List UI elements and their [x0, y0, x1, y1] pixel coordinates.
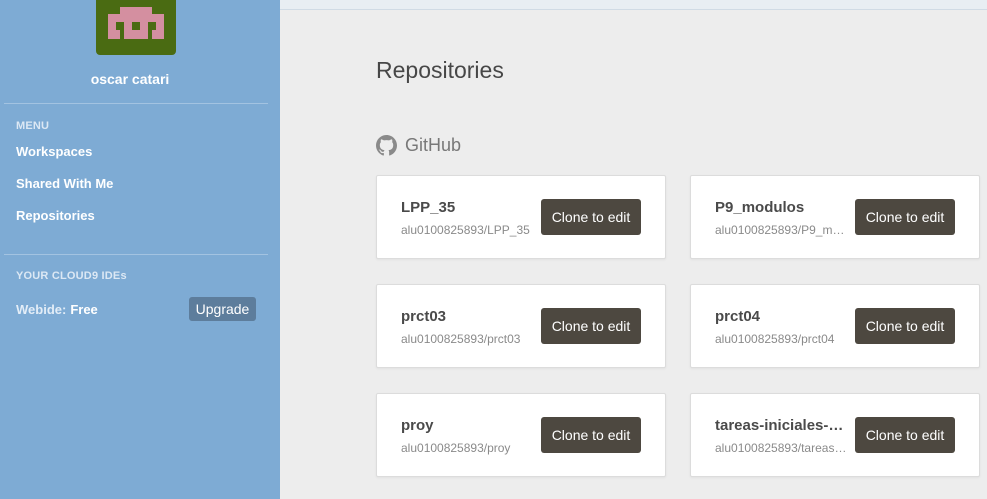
- repo-path: alu0100825893/P9_modulos: [715, 223, 849, 237]
- provider-header: GitHub: [376, 134, 461, 156]
- page-title: Repositories: [376, 57, 504, 83]
- sidebar-divider: [4, 254, 268, 255]
- repo-card: prct03 alu0100825893/prct03 Clone to edi…: [376, 284, 666, 368]
- clone-to-edit-button[interactable]: Clone to edit: [855, 308, 955, 344]
- ides-section-title: YOUR CLOUD9 IDEs: [16, 270, 127, 282]
- plan-label: Webide:: [16, 302, 67, 317]
- repo-card: tareas-iniciales-github alu0100825893/ta…: [690, 393, 980, 477]
- repo-name: prct03: [401, 308, 447, 325]
- repo-card: proy alu0100825893/proy Clone to edit: [376, 393, 666, 477]
- repo-name: LPP_35: [401, 199, 456, 216]
- repo-path: alu0100825893/prct03: [401, 332, 521, 346]
- repo-card: prct04 alu0100825893/prct04 Clone to edi…: [690, 284, 980, 368]
- repo-name: proy: [401, 417, 434, 434]
- upgrade-button[interactable]: Upgrade: [189, 297, 256, 321]
- identicon-avatar: [108, 7, 164, 39]
- avatar[interactable]: [96, 0, 176, 55]
- clone-to-edit-button[interactable]: Clone to edit: [541, 308, 641, 344]
- clone-to-edit-button[interactable]: Clone to edit: [541, 199, 641, 235]
- github-icon: [376, 134, 397, 155]
- clone-to-edit-button[interactable]: Clone to edit: [855, 199, 955, 235]
- plan-row: Webide: Free: [16, 302, 98, 317]
- clone-to-edit-button[interactable]: Clone to edit: [855, 417, 955, 453]
- provider-label: GitHub: [405, 134, 462, 155]
- repo-path: alu0100825893/LPP_35: [401, 223, 530, 237]
- sidebar-item-workspaces[interactable]: Workspaces: [16, 144, 92, 159]
- repo-path: alu0100825893/prct04: [715, 332, 835, 346]
- top-bar: [280, 0, 987, 10]
- clone-to-edit-button[interactable]: Clone to edit: [541, 417, 641, 453]
- repo-card: P9_modulos alu0100825893/P9_modulos Clon…: [690, 175, 980, 259]
- sidebar: oscar catari MENU Workspaces Shared With…: [0, 0, 280, 499]
- username: oscar catari: [90, 71, 170, 87]
- plan-value: Free: [70, 302, 98, 317]
- repo-path: alu0100825893/tareas-iniciales-github: [715, 441, 849, 455]
- repo-path: alu0100825893/proy: [401, 441, 511, 455]
- menu-section-title: MENU: [16, 120, 50, 132]
- sidebar-divider: [4, 103, 268, 104]
- sidebar-item-repositories[interactable]: Repositories: [16, 208, 95, 223]
- repo-name: tareas-iniciales-github: [715, 417, 847, 434]
- repo-card: LPP_35 alu0100825893/LPP_35 Clone to edi…: [376, 175, 666, 259]
- sidebar-item-shared-with-me[interactable]: Shared With Me: [16, 176, 113, 191]
- repo-name: P9_modulos: [715, 199, 805, 216]
- repo-name: prct04: [715, 308, 761, 325]
